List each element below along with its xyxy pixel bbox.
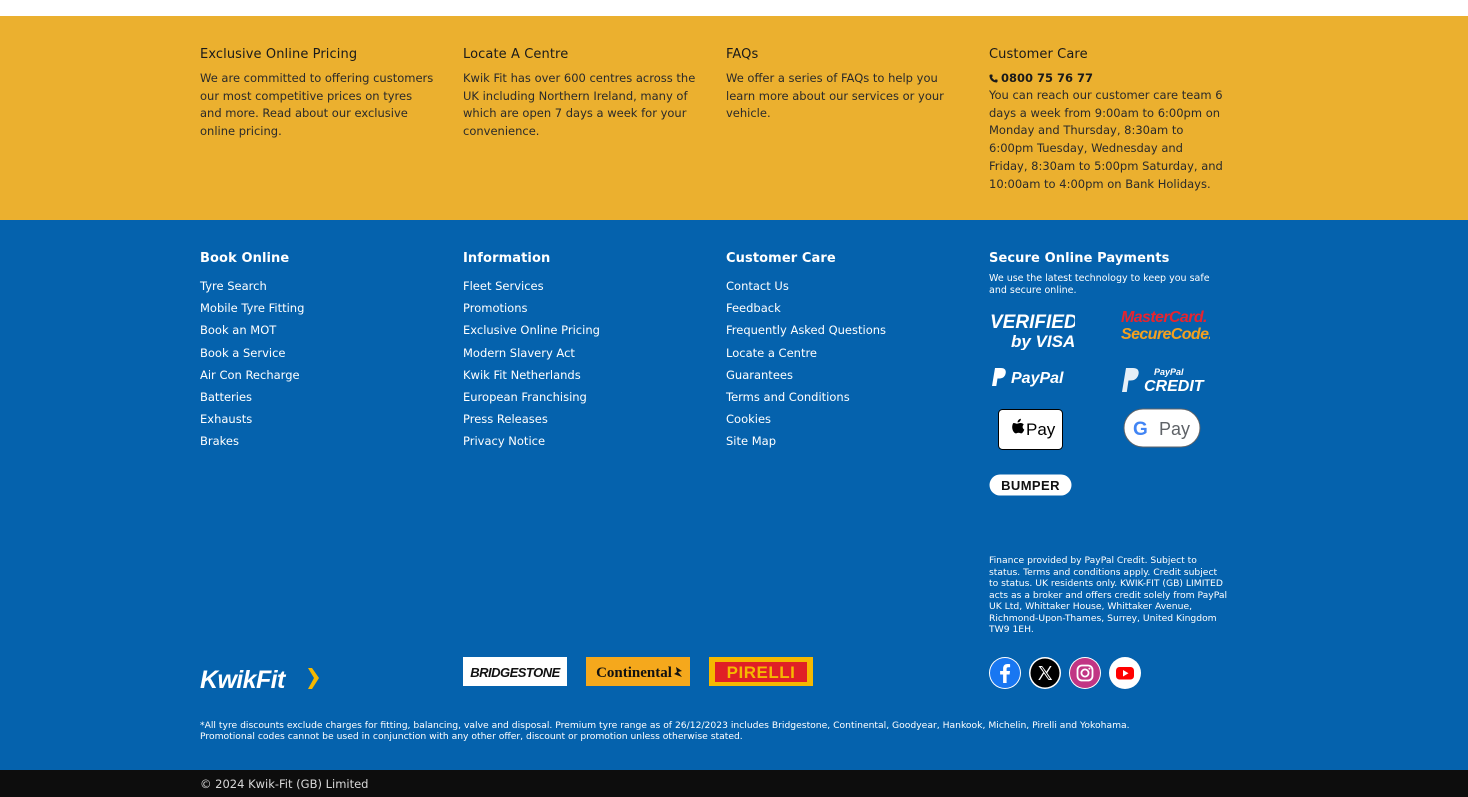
footer-link[interactable]: Exhausts — [200, 408, 304, 430]
copyright: © 2024 Kwik-Fit (GB) Limited — [200, 777, 369, 791]
info-bar: Exclusive Online Pricing We are committe… — [0, 16, 1468, 220]
svg-text:SecureCode.: SecureCode. — [1121, 326, 1210, 343]
tyre-brands: BRIDGESTONE Continental PIRELLI — [463, 657, 813, 686]
svg-text:by VISA: by VISA — [1011, 332, 1075, 350]
finance-disclaimer: Finance provided by PayPal Credit. Subje… — [989, 555, 1228, 635]
info-text: We offer a series of FAQs to help you le… — [726, 71, 944, 121]
google-pay-logo: G Pay — [1123, 408, 1201, 448]
footer-links: Fleet Services Promotions Exclusive Onli… — [463, 275, 600, 453]
footer: Book Online Tyre Search Mobile Tyre Fitt… — [0, 220, 1468, 770]
footer-link[interactable]: Feedback — [726, 297, 886, 319]
footer-heading: Customer Care — [726, 251, 836, 266]
svg-text:KwikFit: KwikFit — [200, 666, 287, 694]
footer-link[interactable]: Guarantees — [726, 364, 886, 386]
info-text: You can reach our customer care team 6 d… — [989, 88, 1223, 191]
bridgestone-logo[interactable]: BRIDGESTONE — [463, 657, 567, 686]
footer-link[interactable]: Press Releases — [463, 408, 600, 430]
instagram-icon[interactable] — [1069, 657, 1101, 689]
footer-links: Contact Us Feedback Frequently Asked Que… — [726, 275, 886, 453]
footer-link[interactable]: Kwik Fit Netherlands — [463, 364, 600, 386]
footer-link[interactable]: Book an MOT — [200, 319, 304, 341]
info-exclusive-pricing: Exclusive Online Pricing We are committe… — [200, 47, 435, 141]
info-title[interactable]: FAQs — [726, 47, 961, 62]
payment-logos: VERIFIED by VISA MasterCard. SecureCode.… — [989, 306, 1229, 506]
footer-link[interactable]: Promotions — [463, 297, 600, 319]
footer-link[interactable]: Fleet Services — [463, 275, 600, 297]
facebook-icon[interactable] — [989, 657, 1021, 689]
kwikfit-logo[interactable]: KwikFit — [200, 662, 322, 694]
svg-text:G: G — [1133, 419, 1148, 440]
footer-link[interactable]: Tyre Search — [200, 275, 304, 297]
footer-link[interactable]: Contact Us — [726, 275, 886, 297]
footer-link[interactable]: Modern Slavery Act — [463, 342, 600, 364]
continental-logo[interactable]: Continental — [586, 657, 690, 686]
svg-text:BRIDGESTONE: BRIDGESTONE — [470, 665, 560, 680]
footer-heading: Book Online — [200, 251, 290, 266]
phone-number: 0800 75 76 77 — [1001, 71, 1094, 85]
verified-by-visa-logo: VERIFIED by VISA — [990, 312, 1075, 350]
svg-text:CREDIT: CREDIT — [1144, 378, 1205, 395]
pirelli-logo[interactable]: PIRELLI — [709, 657, 813, 686]
footer-secure-payments: Secure Online Payments We use the latest… — [989, 251, 1234, 635]
bumper-logo: BUMPER — [989, 474, 1072, 496]
footer-link[interactable]: Site Map — [726, 430, 886, 452]
footer-information: Information Fleet Services Promotions Ex… — [463, 251, 600, 453]
footer-link[interactable]: Cookies — [726, 408, 886, 430]
svg-text:MasterCard.: MasterCard. — [1121, 309, 1207, 326]
svg-text:Pay: Pay — [1159, 419, 1190, 439]
phone-link[interactable]: 0800 75 76 77 — [989, 70, 1224, 87]
paypal-logo: PayPal — [992, 368, 1064, 387]
footer-link[interactable]: European Franchising — [463, 386, 600, 408]
phone-icon — [989, 74, 998, 83]
footer-link[interactable]: Frequently Asked Questions — [726, 319, 886, 341]
info-text: We are committed to offering customers o… — [200, 71, 434, 139]
info-title[interactable]: Exclusive Online Pricing — [200, 47, 435, 62]
footer-heading: Secure Online Payments — [989, 251, 1170, 266]
svg-text:Continental: Continental — [596, 665, 672, 681]
footer-customer-care: Customer Care Contact Us Feedback Freque… — [726, 251, 886, 453]
footer-link[interactable]: Terms and Conditions — [726, 386, 886, 408]
svg-text:Pay: Pay — [1026, 420, 1056, 439]
info-customer-care: Customer Care 0800 75 76 77 You can reac… — [989, 47, 1224, 193]
disclaimer-line: Promotional codes cannot be used in conj… — [200, 731, 743, 743]
bottom-bar: © 2024 Kwik-Fit (GB) Limited — [0, 770, 1468, 797]
youtube-icon[interactable] — [1109, 657, 1141, 689]
x-twitter-icon[interactable] — [1029, 657, 1061, 689]
info-title[interactable]: Locate A Centre — [463, 47, 698, 62]
info-title[interactable]: Customer Care — [989, 47, 1224, 62]
paypal-credit-logo: PayPal CREDIT — [1122, 367, 1205, 395]
svg-text:PayPal: PayPal — [1011, 370, 1064, 387]
info-faqs: FAQs We offer a series of FAQs to help y… — [726, 47, 961, 123]
footer-link[interactable]: Locate a Centre — [726, 342, 886, 364]
footer-link[interactable]: Book a Service — [200, 342, 304, 364]
svg-text:BUMPER: BUMPER — [1001, 478, 1060, 493]
secure-text: We use the latest technology to keep you… — [989, 273, 1210, 296]
footer-link[interactable]: Mobile Tyre Fitting — [200, 297, 304, 319]
info-locate-centre: Locate A Centre Kwik Fit has over 600 ce… — [463, 47, 698, 141]
footer-link[interactable]: Brakes — [200, 430, 304, 452]
footer-heading: Information — [463, 251, 551, 266]
info-text: Kwik Fit has over 600 centres across the… — [463, 71, 696, 139]
mastercard-securecode-logo: MasterCard. SecureCode. — [1121, 309, 1210, 343]
footer-link[interactable]: Batteries — [200, 386, 304, 408]
svg-text:PayPal: PayPal — [1154, 367, 1184, 377]
disclaimer-line: *All tyre discounts exclude charges for … — [200, 720, 1130, 731]
footer-links: Tyre Search Mobile Tyre Fitting Book an … — [200, 275, 304, 453]
footer-link[interactable]: Privacy Notice — [463, 430, 600, 452]
footer-link[interactable]: Exclusive Online Pricing — [463, 319, 600, 341]
svg-text:VERIFIED: VERIFIED — [990, 312, 1075, 333]
paypal-icon — [992, 368, 1006, 386]
paypal-icon — [1122, 368, 1139, 392]
apple-pay-logo: Pay — [998, 409, 1063, 450]
social-links — [989, 657, 1141, 689]
svg-text:PIRELLI: PIRELLI — [727, 663, 796, 682]
footer-link[interactable]: Air Con Recharge — [200, 364, 304, 386]
top-spacer — [0, 0, 1468, 16]
footer-book-online: Book Online Tyre Search Mobile Tyre Fitt… — [200, 251, 304, 453]
pricing-disclaimer: *All tyre discounts exclude charges for … — [200, 720, 1230, 743]
